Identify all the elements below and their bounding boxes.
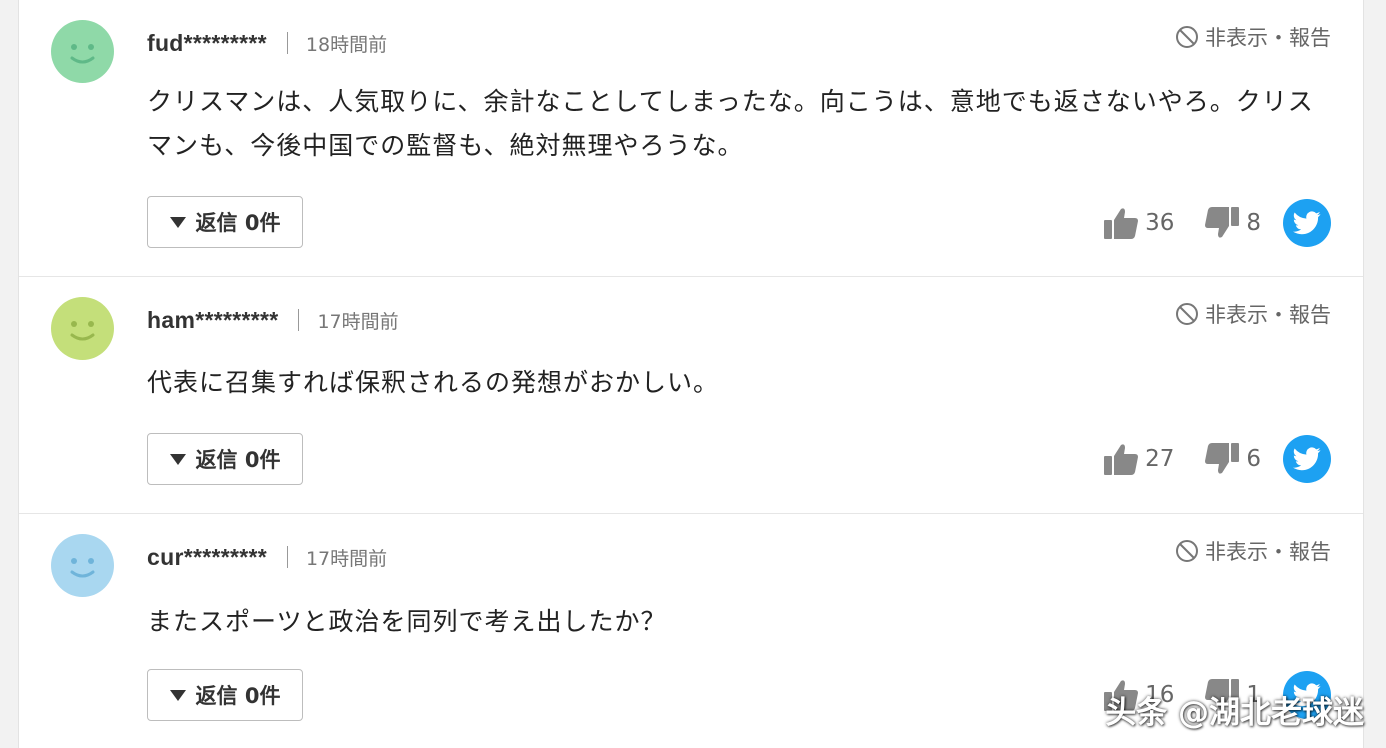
divider — [286, 32, 288, 54]
block-icon — [1176, 303, 1198, 325]
comment-actions: 27 6 — [1103, 434, 1331, 484]
comment-header: cur********* 17時間前 — [147, 540, 387, 574]
hide-report-link[interactable]: 非表示・報告 — [1175, 536, 1331, 566]
comment-header: ham********* 17時間前 — [147, 303, 399, 337]
timestamp: 17時間前 — [317, 310, 399, 333]
comment-item: ham********* 17時間前 非表示・報告 代表に召集すれば保釈されるの… — [19, 277, 1363, 514]
avatar[interactable] — [51, 534, 114, 597]
twitter-share-button[interactable] — [1283, 435, 1331, 483]
dislike-button[interactable]: 8 — [1204, 206, 1261, 240]
smiley-icon — [51, 297, 114, 360]
reply-label: 返信 0件 — [195, 448, 281, 472]
reply-button[interactable]: 返信 0件 — [147, 196, 303, 248]
triangle-down-icon — [169, 216, 186, 228]
watermark: 头条 @湖北老球迷 — [1105, 695, 1364, 731]
divider — [298, 309, 300, 331]
username[interactable]: fud********* — [147, 30, 267, 57]
block-icon — [1176, 26, 1198, 48]
comment-text: クリスマンは、人気取りに、余計なことしてしまったな。向こうは、意地でも返さないや… — [147, 87, 1314, 160]
comment-header: fud********* 18時間前 — [147, 26, 387, 60]
like-count: 27 — [1145, 446, 1175, 472]
comment-list: fud********* 18時間前 非表示・報告 クリスマンは、人気取りに、余… — [18, 0, 1364, 748]
avatar[interactable] — [51, 20, 114, 83]
username[interactable]: cur********* — [147, 544, 267, 571]
dislike-count: 8 — [1246, 210, 1261, 236]
dislike-count: 6 — [1246, 446, 1261, 472]
thumbs-up-icon — [1104, 208, 1139, 239]
comment-text: またスポーツと政治を同列で考え出したか？ — [147, 607, 667, 636]
comment-actions: 36 8 — [1103, 198, 1331, 248]
username[interactable]: ham********* — [147, 307, 278, 334]
divider — [286, 546, 288, 568]
like-count: 36 — [1145, 210, 1175, 236]
twitter-icon — [1293, 211, 1321, 235]
like-button[interactable]: 27 — [1103, 442, 1174, 476]
comment-item: fud********* 18時間前 非表示・報告 クリスマンは、人気取りに、余… — [19, 0, 1363, 277]
dislike-button[interactable]: 6 — [1204, 442, 1261, 476]
timestamp: 18時間前 — [305, 33, 388, 56]
twitter-share-button[interactable] — [1283, 199, 1331, 247]
thumbs-down-icon — [1205, 207, 1240, 238]
comment-text: 代表に召集すれば保釈されるの発想がおかしい。 — [147, 368, 720, 397]
smiley-icon — [51, 534, 114, 597]
thumbs-up-icon — [1104, 444, 1139, 475]
reply-button[interactable]: 返信 0件 — [147, 433, 303, 485]
hide-report-link[interactable]: 非表示・報告 — [1175, 22, 1331, 52]
reply-label: 返信 0件 — [195, 684, 281, 708]
block-icon — [1176, 540, 1198, 562]
thumbs-down-icon — [1205, 443, 1240, 474]
smiley-icon — [51, 20, 114, 83]
timestamp: 17時間前 — [305, 547, 388, 570]
hide-report-link[interactable]: 非表示・報告 — [1175, 299, 1331, 329]
reply-label: 返信 0件 — [195, 211, 281, 235]
avatar[interactable] — [51, 297, 114, 360]
hide-report-label: 非表示・報告 — [1205, 540, 1331, 564]
twitter-icon — [1293, 447, 1321, 471]
reply-button[interactable]: 返信 0件 — [147, 669, 303, 721]
like-button[interactable]: 36 — [1103, 206, 1174, 240]
hide-report-label: 非表示・報告 — [1205, 26, 1331, 50]
hide-report-label: 非表示・報告 — [1205, 303, 1331, 327]
triangle-down-icon — [169, 689, 186, 701]
triangle-down-icon — [169, 453, 186, 465]
